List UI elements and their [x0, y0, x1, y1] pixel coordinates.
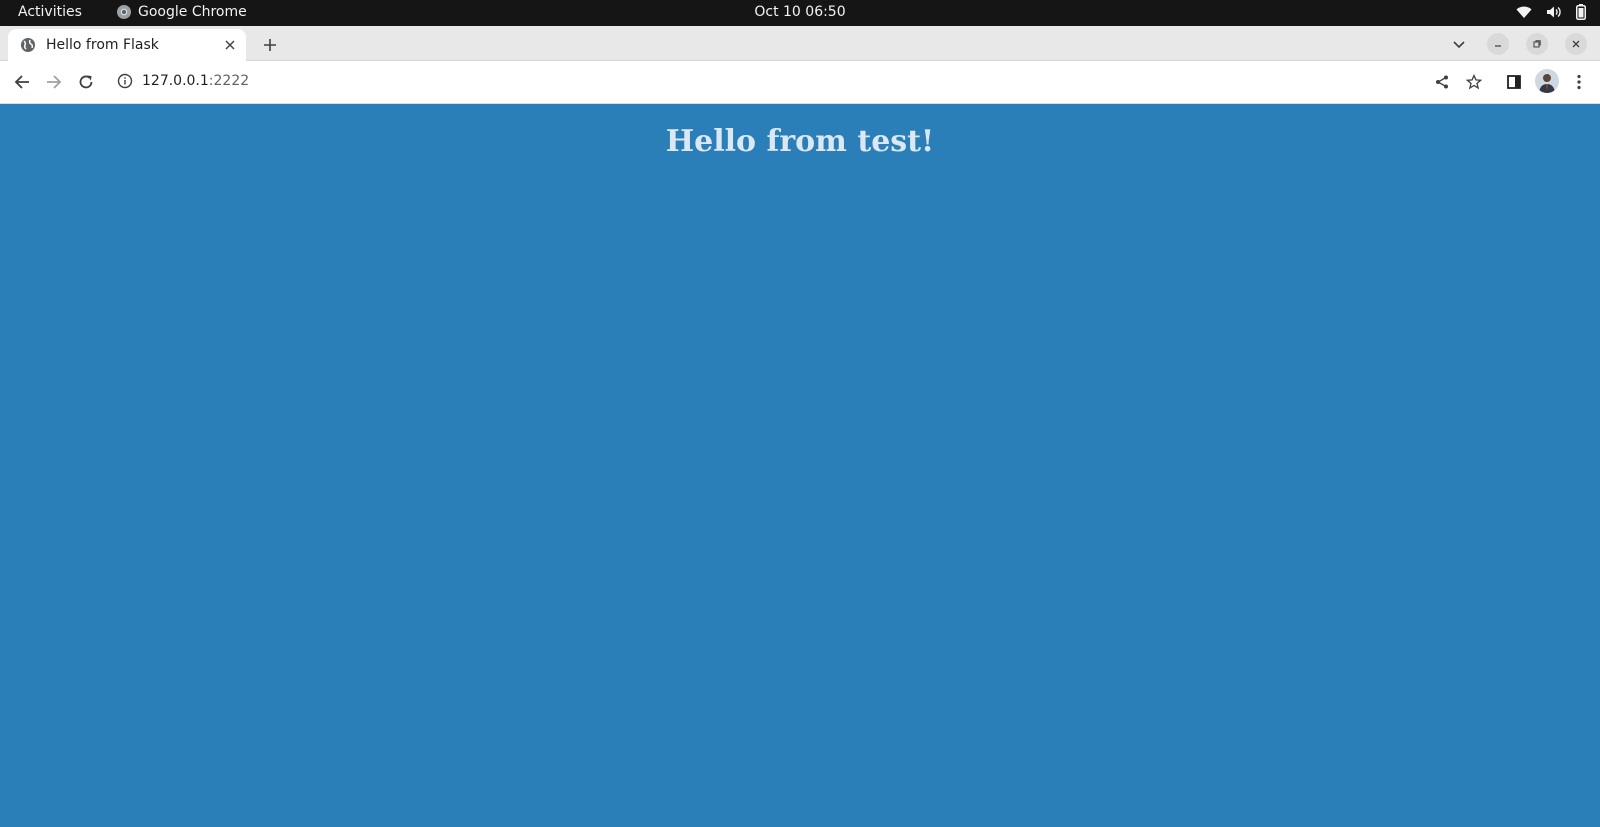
url-host: 127.0.0.1 — [142, 73, 209, 89]
chrome-icon — [116, 4, 132, 20]
app-name: Google Chrome — [138, 4, 247, 20]
kebab-menu-icon — [1577, 74, 1581, 90]
app-menu[interactable]: Google Chrome — [116, 4, 247, 20]
clock[interactable]: Oct 10 06:50 — [754, 4, 845, 20]
restore-button[interactable] — [1526, 33, 1548, 55]
star-icon — [1466, 74, 1482, 90]
tab-close-icon[interactable] — [220, 35, 240, 55]
battery-icon[interactable] — [1576, 4, 1586, 20]
system-top-bar: Activities Google Chrome Oct 10 06:50 — [0, 0, 1600, 26]
plus-icon — [264, 39, 276, 51]
profile-avatar[interactable] — [1535, 69, 1559, 93]
close-window-button[interactable] — [1565, 33, 1587, 55]
close-icon — [1572, 40, 1580, 48]
tab-hello-from-flask[interactable]: Hello from Flask — [8, 29, 246, 61]
side-panel-icon — [1507, 75, 1521, 89]
arrow-left-icon — [14, 75, 29, 89]
arrow-right-icon — [47, 75, 62, 89]
activities-button[interactable]: Activities — [18, 4, 82, 20]
wifi-icon[interactable] — [1516, 5, 1532, 19]
globe-icon — [20, 37, 36, 53]
side-panel-button[interactable] — [1502, 70, 1526, 94]
tab-title: Hello from Flask — [46, 37, 159, 53]
new-tab-button[interactable] — [258, 33, 282, 57]
chrome-menu-button[interactable] — [1567, 70, 1591, 94]
system-tray[interactable] — [1516, 4, 1586, 20]
restore-icon — [1533, 40, 1541, 48]
back-button[interactable] — [10, 70, 34, 94]
avatar-icon — [1539, 74, 1555, 93]
share-icon — [1436, 75, 1448, 89]
url-port: :2222 — [208, 73, 250, 89]
forward-button[interactable] — [42, 70, 66, 94]
volume-icon[interactable] — [1546, 5, 1562, 19]
minimize-button[interactable] — [1487, 33, 1509, 55]
share-button[interactable] — [1430, 70, 1454, 94]
tab-strip: Hello from Flask — [0, 26, 1600, 61]
chevron-down-icon — [1453, 41, 1465, 49]
page-heading: Hello from test! — [665, 124, 935, 159]
reload-icon — [79, 75, 93, 89]
info-icon[interactable] — [116, 72, 134, 90]
bookmark-button[interactable] — [1462, 70, 1486, 94]
minimize-icon — [1495, 45, 1501, 47]
address-bar[interactable]: 127.0.0.1:2222 — [108, 65, 1448, 97]
reload-button[interactable] — [74, 70, 98, 94]
web-page-content: Hello from test! — [0, 104, 1600, 827]
tab-search-button[interactable] — [1447, 33, 1471, 57]
browser-toolbar: 127.0.0.1:2222 — [0, 61, 1600, 104]
